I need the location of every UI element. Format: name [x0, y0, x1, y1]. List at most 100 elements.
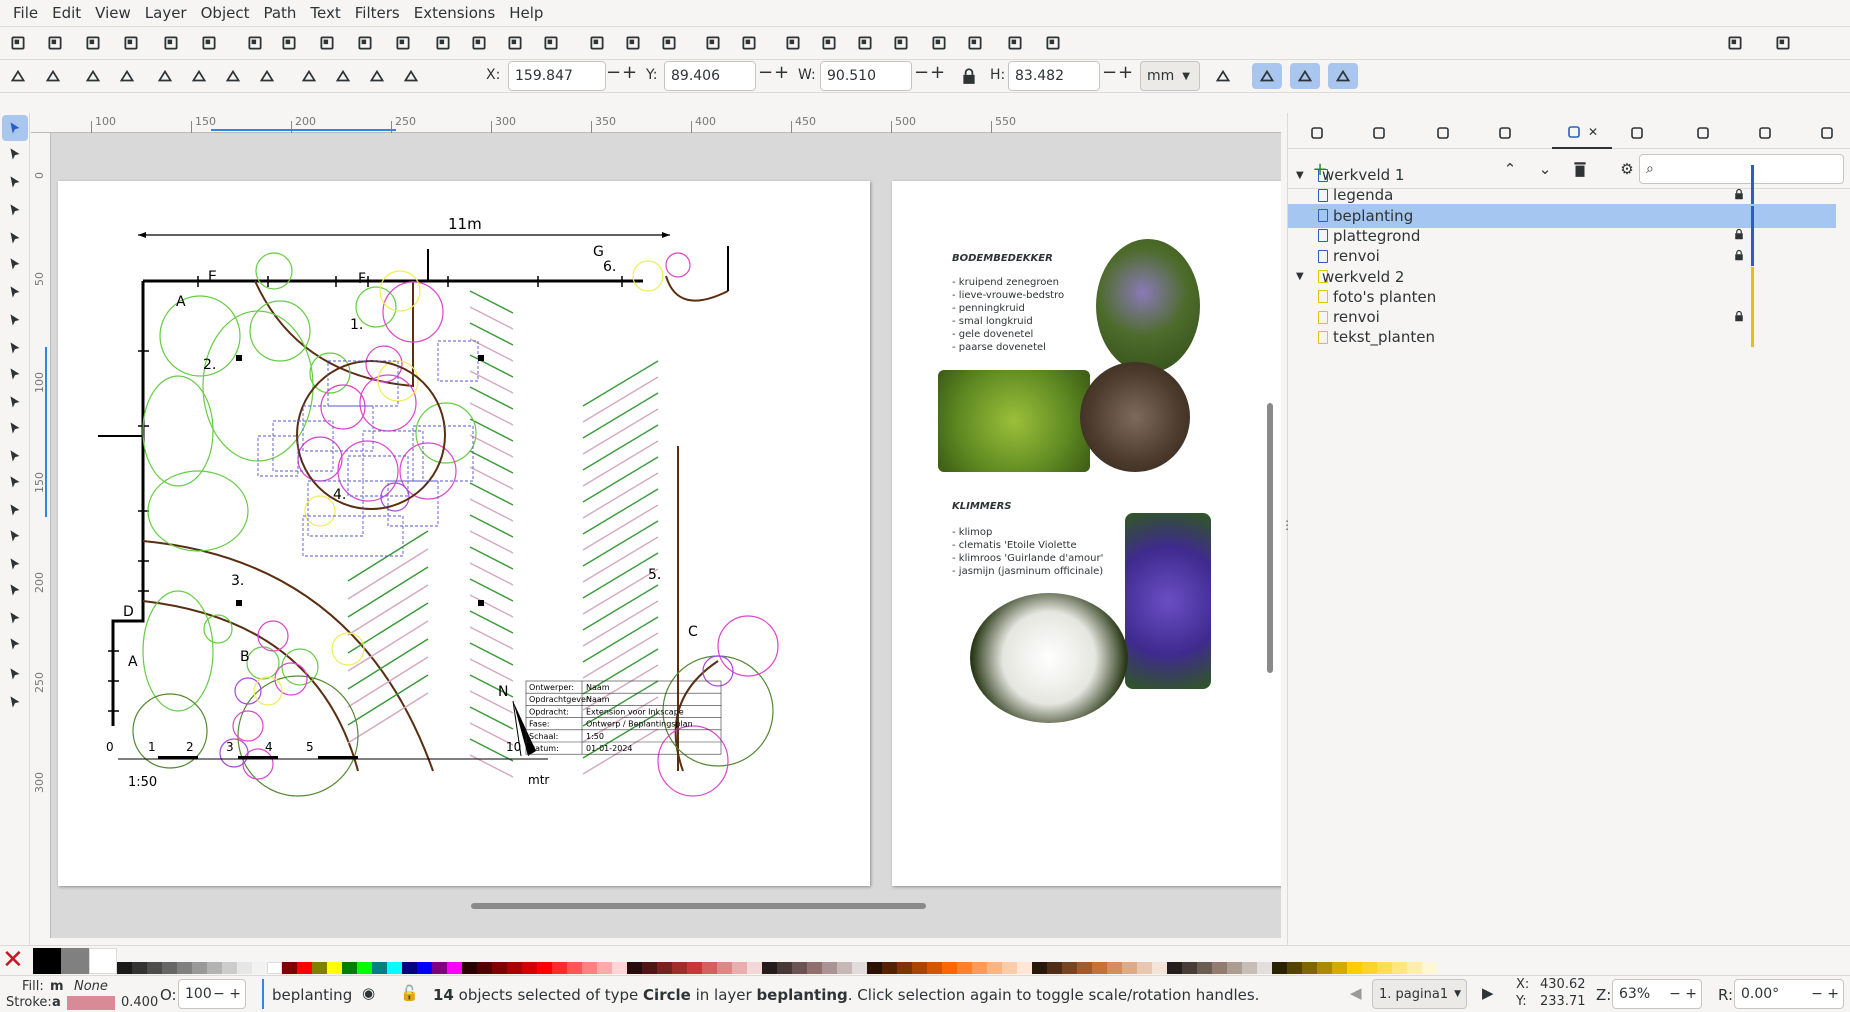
menu-layer[interactable]: Layer: [138, 4, 194, 22]
opacity-field[interactable]: 100− +: [178, 979, 246, 1009]
menu-extensions[interactable]: Extensions: [407, 4, 502, 22]
color-swatch[interactable]: [61, 948, 89, 974]
color-swatch[interactable]: [522, 962, 537, 974]
w-decrement[interactable]: −: [914, 62, 929, 83]
color-swatch[interactable]: [657, 962, 672, 974]
rotate-ccw-icon[interactable]: [152, 63, 178, 89]
select-all-icon[interactable]: [5, 63, 31, 89]
color-swatch[interactable]: [987, 962, 1002, 974]
color-swatch[interactable]: [222, 962, 237, 974]
layers-objects-icon[interactable]: ✕: [1552, 117, 1612, 149]
color-swatch[interactable]: [492, 962, 507, 974]
x-field[interactable]: 159.847: [508, 61, 606, 91]
tweak-icon[interactable]: [2, 169, 28, 195]
dropper-icon[interactable]: [2, 497, 28, 523]
menu-file[interactable]: File: [6, 4, 45, 22]
text-font-icon[interactable]: [816, 30, 842, 56]
color-swatch[interactable]: [432, 962, 447, 974]
color-swatch[interactable]: [1257, 962, 1272, 974]
left-ruler[interactable]: 0 50 100 150 200 250 300: [31, 133, 51, 938]
node-icon[interactable]: [2, 141, 28, 167]
color-swatch[interactable]: [1062, 962, 1077, 974]
color-swatch[interactable]: [162, 962, 177, 974]
color-swatch[interactable]: [612, 962, 627, 974]
box3d-icon[interactable]: [2, 279, 28, 305]
h-increment[interactable]: +: [1118, 62, 1133, 83]
color-swatch[interactable]: [1227, 962, 1242, 974]
color-swatch[interactable]: [687, 962, 702, 974]
color-swatch[interactable]: [747, 962, 762, 974]
export-icon[interactable]: [1617, 117, 1657, 149]
color-swatch[interactable]: [552, 962, 567, 974]
garden-plan-drawing[interactable]: 11m A2.E F1.G6.4.3.DA B5.C N 0 1 2 3 4 5…: [58, 181, 870, 886]
close-icon[interactable]: ✕: [1588, 125, 1598, 139]
lower-bottom-icon[interactable]: [398, 63, 424, 89]
search-icon[interactable]: [1297, 117, 1337, 149]
deselect-icon[interactable]: [80, 63, 106, 89]
snap-toggle-icon[interactable]: [1722, 30, 1748, 56]
color-swatch[interactable]: [762, 962, 777, 974]
color-swatch[interactable]: [732, 962, 747, 974]
color-swatch[interactable]: [1287, 962, 1302, 974]
lock-icon[interactable]: [1733, 248, 1745, 265]
color-swatch[interactable]: [417, 962, 432, 974]
unlink-clone-icon[interactable]: [656, 30, 682, 56]
menu-help[interactable]: Help: [502, 4, 550, 22]
fill-stroke-icon[interactable]: [1745, 117, 1785, 149]
open-icon[interactable]: [42, 30, 68, 56]
new-document-icon[interactable]: [5, 30, 31, 56]
spiral-icon[interactable]: [2, 307, 28, 333]
color-swatch[interactable]: [882, 962, 897, 974]
color-swatch[interactable]: [1272, 962, 1287, 974]
print-icon[interactable]: [118, 30, 144, 56]
top-ruler[interactable]: 100 150 200 250 300 350 400 450 500 550: [31, 113, 1281, 133]
rectangle-icon[interactable]: [2, 197, 28, 223]
x-increment[interactable]: +: [622, 62, 637, 83]
group-icon[interactable]: [700, 30, 726, 56]
color-swatch[interactable]: [567, 962, 582, 974]
mesh-icon[interactable]: [2, 469, 28, 495]
y-field[interactable]: 89.406: [664, 61, 756, 91]
color-swatch[interactable]: [402, 962, 417, 974]
eraser-icon[interactable]: [2, 577, 28, 603]
color-swatch[interactable]: [1002, 962, 1017, 974]
no-paint-icon[interactable]: ✕: [2, 947, 30, 974]
ungroup-icon[interactable]: [736, 30, 762, 56]
page-select[interactable]: 1. pagina1 ▼: [1372, 979, 1467, 1009]
color-swatch[interactable]: [837, 962, 852, 974]
color-swatch[interactable]: [1077, 962, 1092, 974]
color-swatch[interactable]: [1122, 962, 1137, 974]
color-swatch[interactable]: [537, 962, 552, 974]
zoom-drawing-icon[interactable]: [466, 30, 492, 56]
color-swatch[interactable]: [1347, 962, 1362, 974]
paste-icon[interactable]: [390, 30, 416, 56]
color-swatch[interactable]: [912, 962, 927, 974]
fill-stroke-icon[interactable]: [780, 30, 806, 56]
transform-gradient-icon[interactable]: [1290, 63, 1320, 89]
color-swatch[interactable]: [1017, 962, 1032, 974]
lock-icon[interactable]: [1733, 227, 1745, 244]
color-swatch[interactable]: [1152, 962, 1167, 974]
color-swatch[interactable]: [582, 962, 597, 974]
color-swatch[interactable]: [777, 962, 792, 974]
xml-editor-icon[interactable]: [888, 30, 914, 56]
prev-page-icon[interactable]: ◀: [1350, 984, 1362, 1002]
chevron-down-icon[interactable]: [1807, 117, 1847, 149]
x-decrement[interactable]: −: [606, 62, 621, 83]
w-field[interactable]: 90.510: [820, 61, 912, 91]
calligraphy-icon[interactable]: [2, 389, 28, 415]
connector-icon[interactable]: [2, 605, 28, 631]
color-swatch[interactable]: [1422, 962, 1437, 974]
layer-row[interactable]: tekst_planten: [1288, 325, 1836, 349]
color-swatch[interactable]: [342, 962, 357, 974]
flip-vertical-icon[interactable]: [254, 63, 280, 89]
extensions-icon[interactable]: [1683, 117, 1723, 149]
color-swatch[interactable]: [177, 962, 192, 974]
current-layer[interactable]: beplanting: [272, 986, 352, 1004]
import-icon[interactable]: [158, 30, 184, 56]
color-swatch[interactable]: [372, 962, 387, 974]
color-swatch[interactable]: [792, 962, 807, 974]
color-swatch[interactable]: [1047, 962, 1062, 974]
zoom-field[interactable]: 63% − +: [1612, 979, 1702, 1009]
gradient-icon[interactable]: [2, 443, 28, 469]
